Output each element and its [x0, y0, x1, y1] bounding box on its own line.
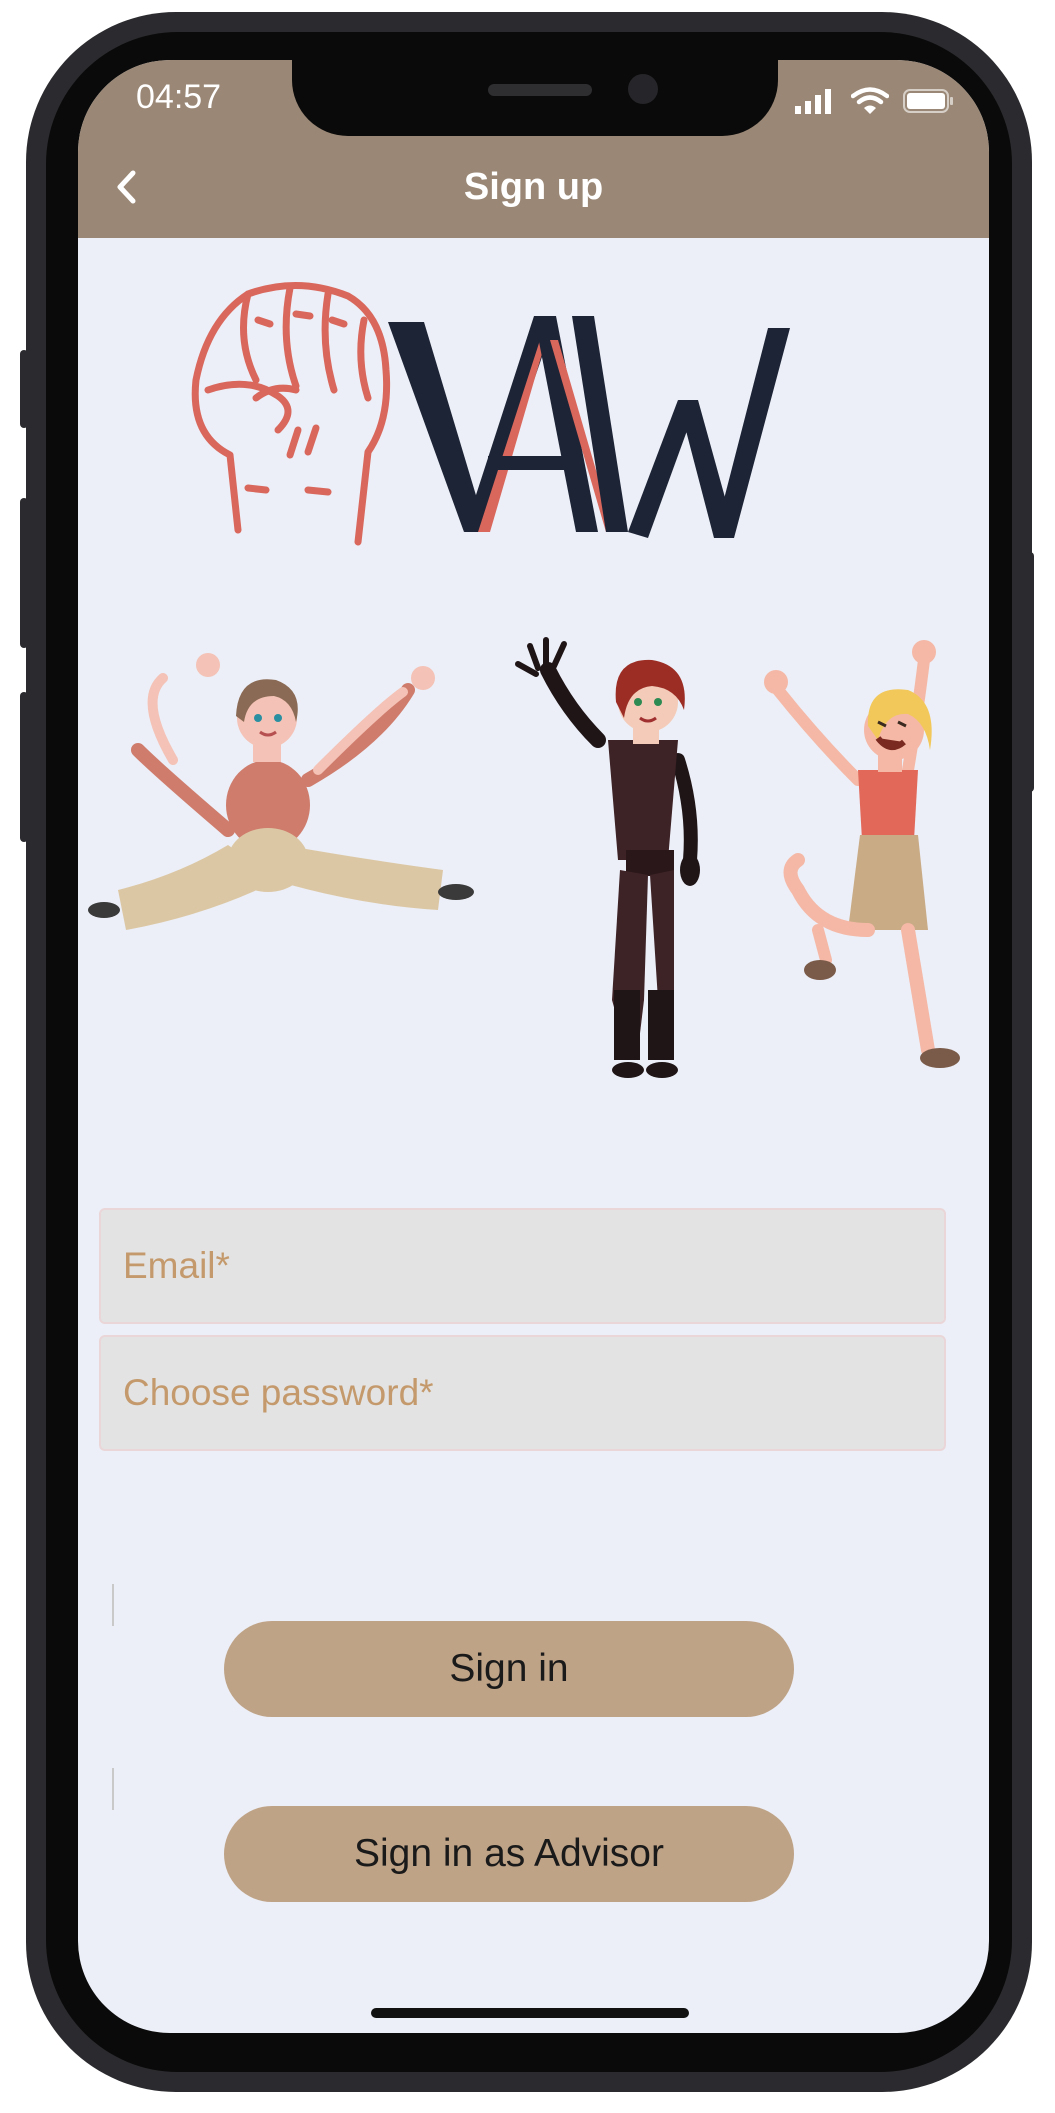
sign-in-button[interactable]: Sign in — [224, 1621, 794, 1717]
app-screen: 04:57 Sign up Email* Choose password* Si… — [78, 60, 989, 2033]
notch — [292, 60, 778, 136]
divider-mark — [112, 1584, 114, 1626]
status-time: 04:57 — [136, 78, 222, 116]
women-illustration — [88, 637, 960, 1078]
sign-in-advisor-button[interactable]: Sign in as Advisor — [224, 1806, 794, 1902]
page-title: Sign up — [463, 166, 604, 208]
wifi-icon — [851, 87, 889, 114]
email-placeholder: Email* — [123, 1245, 230, 1286]
home-indicator[interactable] — [371, 2008, 689, 2018]
nav-bar: 04:57 Sign up — [78, 60, 989, 238]
logo-wordmark — [388, 316, 790, 538]
woman-cheering — [764, 640, 960, 1068]
status-icons — [795, 84, 955, 118]
password-field[interactable]: Choose password* — [99, 1335, 946, 1451]
fist-icon — [191, 281, 391, 546]
signal-icon — [795, 89, 831, 114]
password-placeholder: Choose password* — [123, 1372, 434, 1413]
battery-icon — [903, 89, 953, 113]
divider-mark — [112, 1768, 114, 1810]
vaw-logo — [191, 281, 790, 546]
woman-waving — [515, 637, 700, 1078]
email-field[interactable]: Email* — [99, 1208, 946, 1324]
woman-jumping — [88, 653, 474, 930]
